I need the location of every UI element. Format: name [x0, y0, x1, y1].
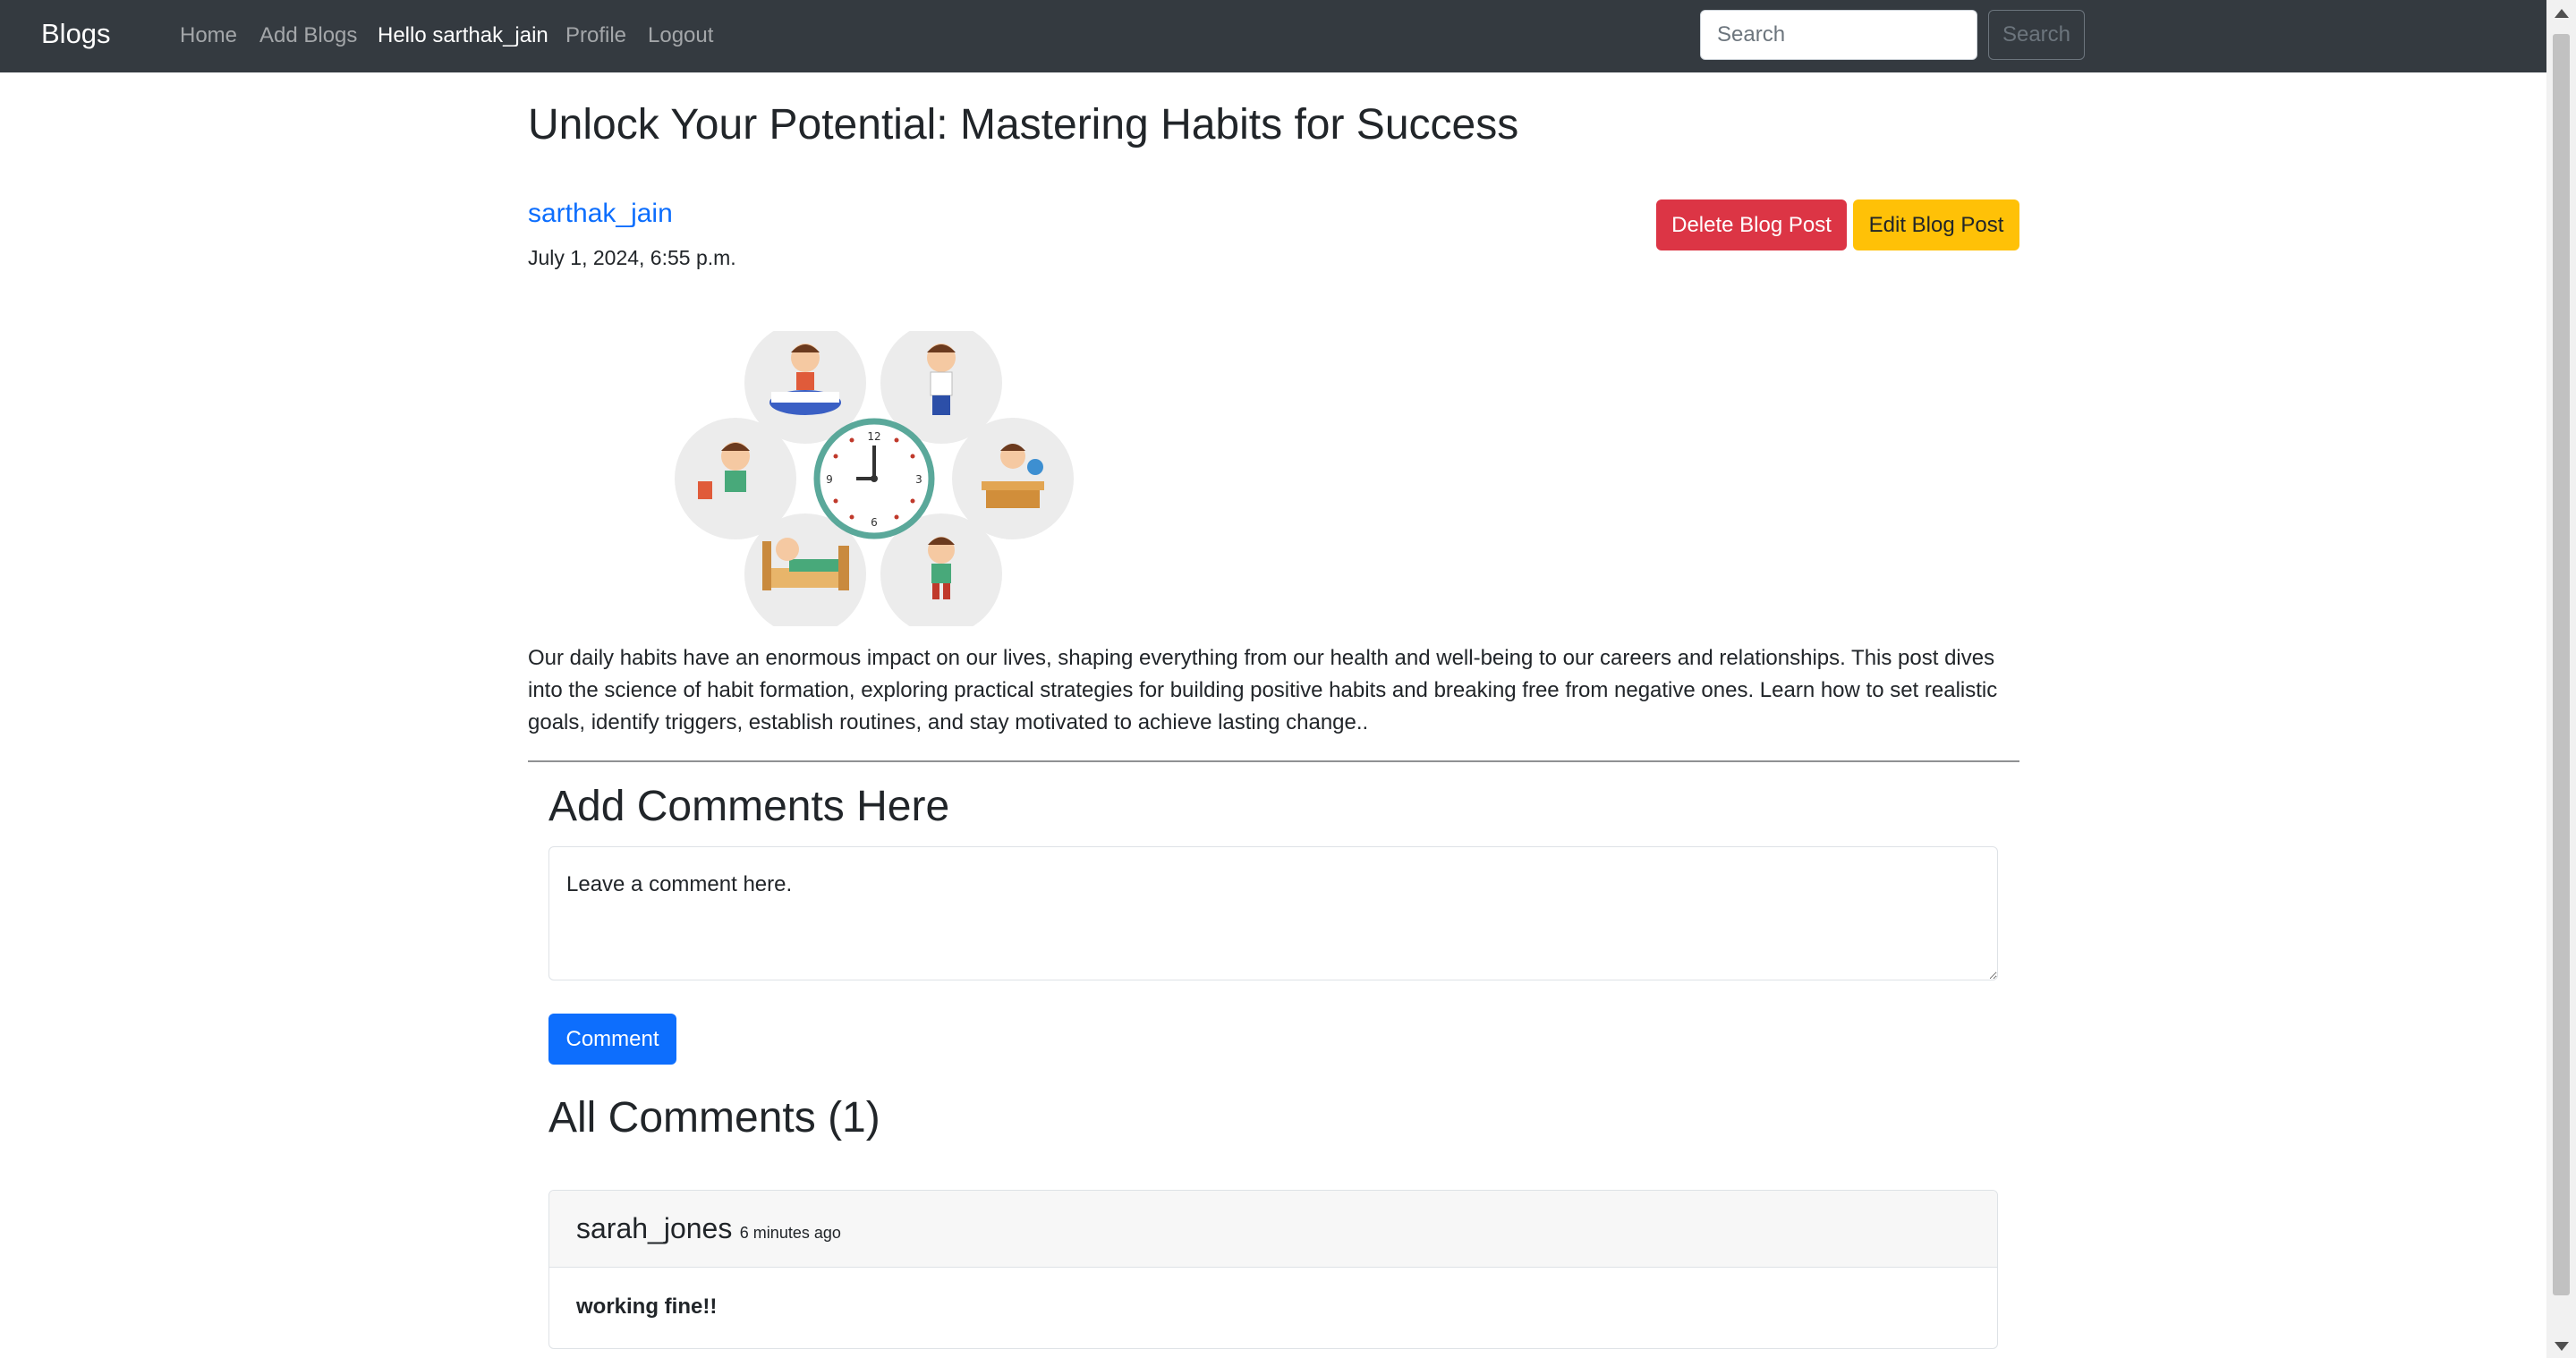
- nav-logout-link[interactable]: Logout: [648, 23, 713, 48]
- post-divider: [528, 760, 2019, 762]
- search-button[interactable]: Search: [1988, 10, 2085, 60]
- nav-user-greeting[interactable]: Hello sarthak_jain: [378, 23, 548, 48]
- svg-text:12: 12: [867, 430, 880, 443]
- edit-post-button[interactable]: Edit Blog Post: [1853, 199, 2019, 250]
- scroll-down-arrow-icon[interactable]: [2555, 1342, 2569, 1351]
- nav-home-link[interactable]: Home: [180, 23, 237, 48]
- habits-illustration-image: 12 3 6 9: [675, 331, 1074, 626]
- scroll-thumb[interactable]: [2553, 34, 2570, 1295]
- comment-header: sarah_jones 6 minutes ago: [549, 1191, 1997, 1268]
- delete-post-button[interactable]: Delete Blog Post: [1656, 199, 1847, 250]
- post-body-text: Our daily habits have an enormous impact…: [528, 646, 1998, 734]
- comment-textarea[interactable]: [548, 846, 1998, 980]
- svg-text:9: 9: [826, 473, 833, 486]
- scroll-up-arrow-icon[interactable]: [2555, 9, 2569, 18]
- post-title: Unlock Your Potential: Mastering Habits …: [528, 101, 1519, 149]
- comment-text: working fine!!: [576, 1294, 718, 1319]
- page-scrollbar[interactable]: [2546, 0, 2576, 1358]
- svg-text:6: 6: [871, 516, 878, 529]
- author-link[interactable]: sarthak_jain: [528, 199, 673, 229]
- comment-card: sarah_jones 6 minutes ago working fine!!: [548, 1190, 1998, 1349]
- brand-link[interactable]: Blogs: [41, 18, 111, 50]
- post-date: July 1, 2024, 6:55 p.m.: [528, 246, 736, 269]
- navbar: Blogs Home Add Blogs Hello sarthak_jain …: [0, 0, 2546, 72]
- svg-text:3: 3: [915, 473, 922, 486]
- all-comments-heading: All Comments (1): [548, 1094, 880, 1142]
- nav-add-blogs-link[interactable]: Add Blogs: [259, 23, 357, 48]
- nav-profile-link[interactable]: Profile: [565, 23, 626, 48]
- comment-timestamp: 6 minutes ago: [739, 1224, 841, 1242]
- comment-submit-button[interactable]: Comment: [548, 1014, 676, 1065]
- comment-username: sarah_jones: [576, 1212, 733, 1244]
- add-comments-heading: Add Comments Here: [548, 783, 950, 830]
- search-input[interactable]: [1700, 10, 1977, 60]
